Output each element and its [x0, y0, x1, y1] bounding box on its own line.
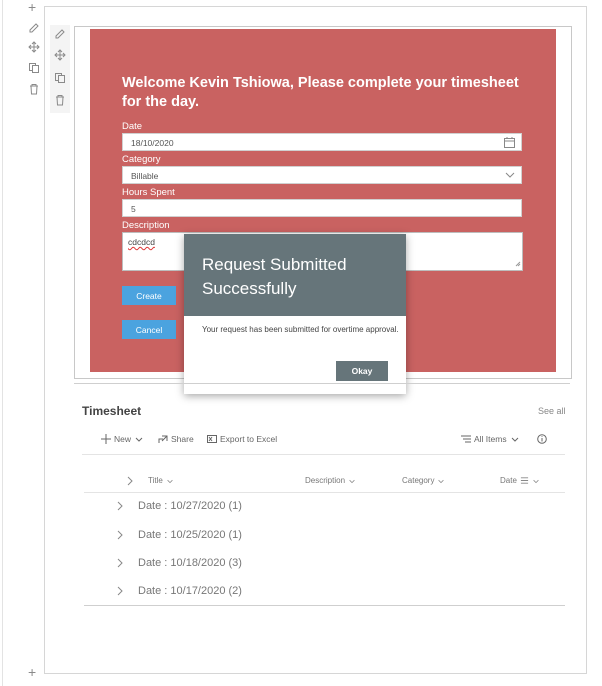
duplicate-section-icon[interactable] [27, 61, 41, 75]
chevron-down-icon [135, 437, 143, 442]
command-bar-divider [82, 454, 565, 455]
section-bottom-border [44, 673, 586, 674]
date-value: 18/10/2020 [131, 138, 174, 148]
export-command[interactable]: Export to Excel [207, 434, 277, 444]
new-label: New [114, 434, 132, 444]
group-label: Date : 10/17/2020 (2) [138, 585, 242, 597]
resize-handle-icon[interactable] [515, 259, 521, 269]
hours-field[interactable]: 5 [122, 199, 522, 217]
chevron-down-icon [505, 170, 515, 182]
column-header-date[interactable]: Date [500, 476, 540, 485]
expand-all-toggle[interactable] [126, 476, 134, 486]
category-label: Category [122, 154, 161, 165]
move-webpart-icon[interactable] [53, 48, 67, 62]
column-header-category[interactable]: Category [402, 476, 445, 485]
chevron-down-icon [511, 437, 518, 442]
list-bottom-divider [84, 605, 565, 606]
add-section-bottom-icon[interactable]: + [28, 665, 36, 679]
chevron-right-icon [117, 530, 123, 540]
add-section-top-icon[interactable]: + [28, 0, 36, 14]
plus-icon [101, 434, 111, 444]
chevron-down-icon [533, 479, 539, 483]
group-by-icon [520, 477, 529, 484]
dialog-header: Request Submitted Successfully [184, 234, 406, 316]
welcome-heading: Welcome Kevin Tshiowa, Please complete y… [122, 75, 519, 110]
group-row[interactable]: Date : 10/27/2020 (1) [116, 500, 242, 512]
chevron-right-icon [117, 558, 123, 568]
create-button[interactable]: Create [122, 286, 176, 305]
header-divider [84, 492, 565, 493]
view-selector[interactable]: All Items [461, 434, 520, 444]
date-field[interactable]: 18/10/2020 [122, 133, 522, 151]
group-row[interactable]: Date : 10/17/2020 (2) [116, 585, 242, 597]
share-icon [158, 435, 168, 443]
chevron-right-icon [117, 586, 123, 596]
chevron-down-icon [349, 479, 355, 483]
confirmation-dialog: Request Submitted Successfully Your requ… [184, 234, 406, 394]
chevron-down-icon [167, 479, 173, 483]
info-icon [537, 434, 547, 444]
delete-section-icon[interactable] [27, 82, 41, 96]
duplicate-webpart-icon[interactable] [53, 71, 67, 85]
list-title[interactable]: Timesheet [82, 404, 141, 418]
new-command[interactable]: New [101, 434, 144, 444]
delete-webpart-icon[interactable] [53, 93, 67, 107]
group-label: Date : 10/27/2020 (1) [138, 500, 242, 512]
group-label: Date : 10/18/2020 (3) [138, 557, 242, 569]
date-label: Date [122, 121, 143, 132]
calendar-icon[interactable] [504, 137, 515, 150]
column-header-description[interactable]: Description [305, 476, 356, 485]
move-section-icon[interactable] [27, 40, 41, 54]
description-label: Description [122, 220, 170, 231]
share-command[interactable]: Share [158, 434, 194, 444]
webpart-separator [74, 383, 570, 384]
view-icon [461, 435, 471, 443]
export-label: Export to Excel [220, 434, 278, 444]
okay-button[interactable]: Okay [336, 361, 388, 381]
dialog-message: Your request has been submitted for over… [202, 325, 399, 334]
group-row[interactable]: Date : 10/25/2020 (1) [116, 529, 242, 541]
share-label: Share [171, 434, 194, 444]
page-rail [2, 0, 3, 686]
description-value: cdcdcd [128, 237, 155, 247]
info-button[interactable] [537, 434, 547, 444]
chevron-right-icon [117, 501, 123, 511]
excel-icon [207, 435, 217, 443]
cancel-button[interactable]: Cancel [122, 320, 176, 339]
category-value: Billable [131, 171, 159, 181]
edit-section-icon[interactable] [27, 21, 41, 35]
hours-label: Hours Spent [122, 187, 175, 198]
category-select[interactable]: Billable [122, 166, 522, 184]
see-all-link[interactable]: See all [538, 406, 566, 416]
column-header-title[interactable]: Title [148, 476, 174, 485]
group-label: Date : 10/25/2020 (1) [138, 529, 242, 541]
chevron-right-icon [127, 476, 133, 486]
view-label: All Items [474, 434, 507, 444]
chevron-down-icon [438, 479, 445, 483]
edit-webpart-icon[interactable] [53, 27, 67, 41]
hours-value: 5 [131, 204, 136, 214]
group-row[interactable]: Date : 10/18/2020 (3) [116, 557, 242, 569]
dialog-title: Request Submitted Successfully [202, 255, 347, 298]
